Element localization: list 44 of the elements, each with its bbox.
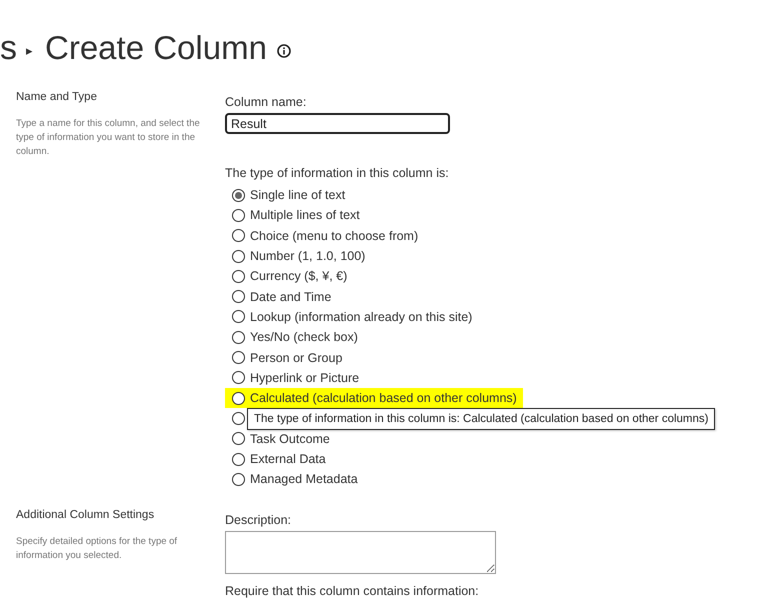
radio-button[interactable] (232, 452, 245, 466)
option-label: External Data (250, 452, 326, 466)
description-field[interactable] (225, 531, 496, 574)
option-label: Calculated (calculation based on other columns) (250, 391, 517, 406)
field-label: Column name: (225, 95, 308, 109)
radio-button[interactable] (232, 371, 245, 384)
option-label: Yes/No (check box) (250, 330, 358, 344)
section-description: Type a name for this column, and select the type of information you want to store in the column. (16, 117, 201, 159)
radio-button[interactable] (232, 472, 245, 486)
section-description: Specify detailed options for the type of information you selected. (16, 535, 178, 564)
input-field[interactable]: Result (225, 113, 450, 134)
field-label: The type of information in this column is: (225, 166, 450, 180)
option-label: Number (1, 1.0, 100) (250, 249, 366, 264)
radio-button[interactable] (232, 351, 245, 364)
tooltip: The type of information in this column is: Calculated (calculation based on other columns) (247, 408, 716, 430)
section-title: Additional Column Settings (16, 509, 156, 522)
radio-button[interactable] (232, 208, 245, 222)
breadcrumb-separator: ▸ (26, 42, 33, 58)
radio-button[interactable] (232, 229, 245, 242)
option-label: Lookup (information already on this site) (250, 310, 472, 324)
breadcrumb-link[interactable]: s (0, 28, 16, 68)
page-title: Create Column (45, 29, 267, 67)
option-label: Choice (menu to choose from) (250, 228, 418, 243)
info-icon[interactable] (276, 44, 291, 58)
field-label: Require that this column contains information: (225, 584, 480, 598)
radio-button[interactable] (232, 330, 245, 344)
radio-button[interactable] (232, 392, 245, 405)
option-label: Currency ($, ¥, €) (250, 269, 348, 284)
option-label: Task Outcome (250, 432, 330, 446)
option-label: Hyperlink or Picture (250, 370, 360, 385)
radio-button[interactable] (232, 270, 245, 283)
option-label: Managed Metadata (250, 472, 358, 486)
radio-button[interactable] (232, 250, 245, 263)
radio-button[interactable] (232, 188, 245, 202)
radio-button[interactable] (232, 310, 245, 324)
radio-button[interactable] (232, 290, 245, 304)
option-label: Date and Time (250, 290, 332, 304)
radio-button[interactable] (232, 432, 245, 446)
option-label: Person or Group (250, 350, 342, 365)
section-title: Name and Type (16, 91, 98, 103)
option-label: Multiple lines of text (250, 208, 360, 222)
field-label: Description: (225, 513, 292, 528)
radio-button[interactable] (232, 412, 245, 425)
option-label: Single line of text (250, 188, 346, 202)
